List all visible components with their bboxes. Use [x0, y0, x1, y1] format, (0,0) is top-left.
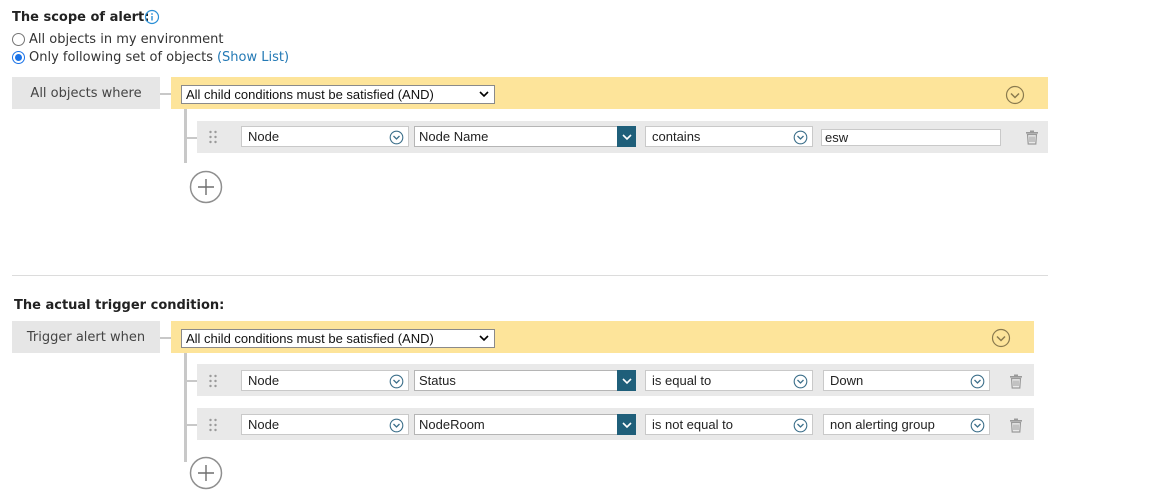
scope-field-dropdown[interactable]: Node Name	[414, 126, 636, 147]
radio-all-objects-label: All objects in my environment	[29, 32, 224, 47]
trigger-when-label: Trigger alert when	[12, 321, 160, 353]
scope-heading: The scope of alert:	[12, 10, 150, 25]
scope-group-operator-value: All child conditions must be satisfied (…	[186, 87, 434, 102]
chevron-down-icon	[617, 414, 636, 435]
trigger-object-dropdown[interactable]: Node	[241, 370, 409, 391]
drag-handle-icon[interactable]	[208, 130, 218, 144]
trigger-field-dropdown[interactable]: Status	[414, 370, 636, 391]
trigger-value-value: Down	[830, 373, 864, 388]
trigger-operator-dropdown[interactable]: is equal to	[645, 370, 813, 391]
tree-connector	[184, 109, 187, 163]
chevron-down-icon	[970, 418, 985, 433]
tree-connector	[160, 93, 171, 95]
chevron-down-icon	[389, 418, 404, 433]
scope-object-dropdown[interactable]: Node	[241, 126, 409, 147]
radio-following-objects[interactable]: Only following set of objects (Show List…	[12, 50, 289, 65]
info-icon[interactable]	[144, 9, 160, 25]
trigger-group-operator-value: All child conditions must be satisfied (…	[186, 331, 434, 346]
trigger-value-dropdown[interactable]: Down	[823, 370, 990, 391]
tree-connector	[186, 424, 197, 426]
trigger-heading: The actual trigger condition:	[14, 298, 225, 313]
chevron-down-icon	[970, 374, 985, 389]
chevron-down-icon	[389, 374, 404, 389]
trigger-field-value: NodeRoom	[419, 417, 485, 432]
chevron-down-icon	[793, 374, 808, 389]
scope-field-value: Node Name	[419, 129, 489, 144]
trigger-field-value: Status	[419, 373, 456, 388]
tree-connector	[186, 137, 197, 139]
trigger-value-dropdown[interactable]: non alerting group	[823, 414, 990, 435]
add-condition-icon[interactable]	[189, 170, 223, 204]
scope-object-value: Node	[248, 129, 280, 144]
scope-where-label: All objects where	[12, 77, 160, 109]
scope-group-operator-select[interactable]: All child conditions must be satisfied (…	[181, 85, 495, 104]
trigger-object-dropdown[interactable]: Node	[241, 414, 409, 435]
delete-condition-icon[interactable]	[1009, 374, 1023, 389]
radio-all-objects-control[interactable]	[12, 33, 25, 46]
scope-value-input[interactable]: esw	[821, 129, 1001, 146]
trigger-operator-value: is not equal to	[652, 417, 733, 432]
trigger-value-value: non alerting group	[830, 417, 935, 432]
trigger-object-value: Node	[248, 373, 280, 388]
delete-condition-icon[interactable]	[1009, 418, 1023, 433]
delete-condition-icon[interactable]	[1025, 130, 1039, 145]
chevron-down-icon	[389, 130, 404, 145]
trigger-operator-dropdown[interactable]: is not equal to	[645, 414, 813, 435]
section-divider	[12, 275, 1048, 276]
trigger-field-dropdown[interactable]: NodeRoom	[414, 414, 636, 435]
chevron-down-icon	[617, 370, 636, 391]
add-condition-icon[interactable]	[189, 456, 223, 490]
radio-following-objects-label: Only following set of objects	[29, 50, 213, 65]
collapse-group-icon[interactable]	[991, 328, 1011, 348]
chevron-down-icon	[479, 91, 489, 98]
show-list-link[interactable]: (Show List)	[217, 50, 289, 65]
trigger-group-operator-select[interactable]: All child conditions must be satisfied (…	[181, 329, 495, 348]
radio-all-objects[interactable]: All objects in my environment	[12, 32, 223, 47]
chevron-down-icon	[793, 130, 808, 145]
scope-value-text: esw	[825, 130, 849, 145]
trigger-object-value: Node	[248, 417, 280, 432]
tree-connector	[184, 353, 187, 462]
drag-handle-icon[interactable]	[208, 374, 218, 388]
trigger-operator-value: is equal to	[652, 373, 712, 388]
tree-connector	[186, 380, 197, 382]
chevron-down-icon	[793, 418, 808, 433]
radio-following-objects-control[interactable]	[12, 51, 25, 64]
scope-operator-dropdown[interactable]: contains	[645, 126, 813, 147]
chevron-down-icon	[479, 335, 489, 342]
tree-connector	[160, 337, 171, 339]
drag-handle-icon[interactable]	[208, 418, 218, 432]
collapse-group-icon[interactable]	[1005, 85, 1025, 105]
chevron-down-icon	[617, 126, 636, 147]
scope-operator-value: contains	[652, 129, 701, 144]
